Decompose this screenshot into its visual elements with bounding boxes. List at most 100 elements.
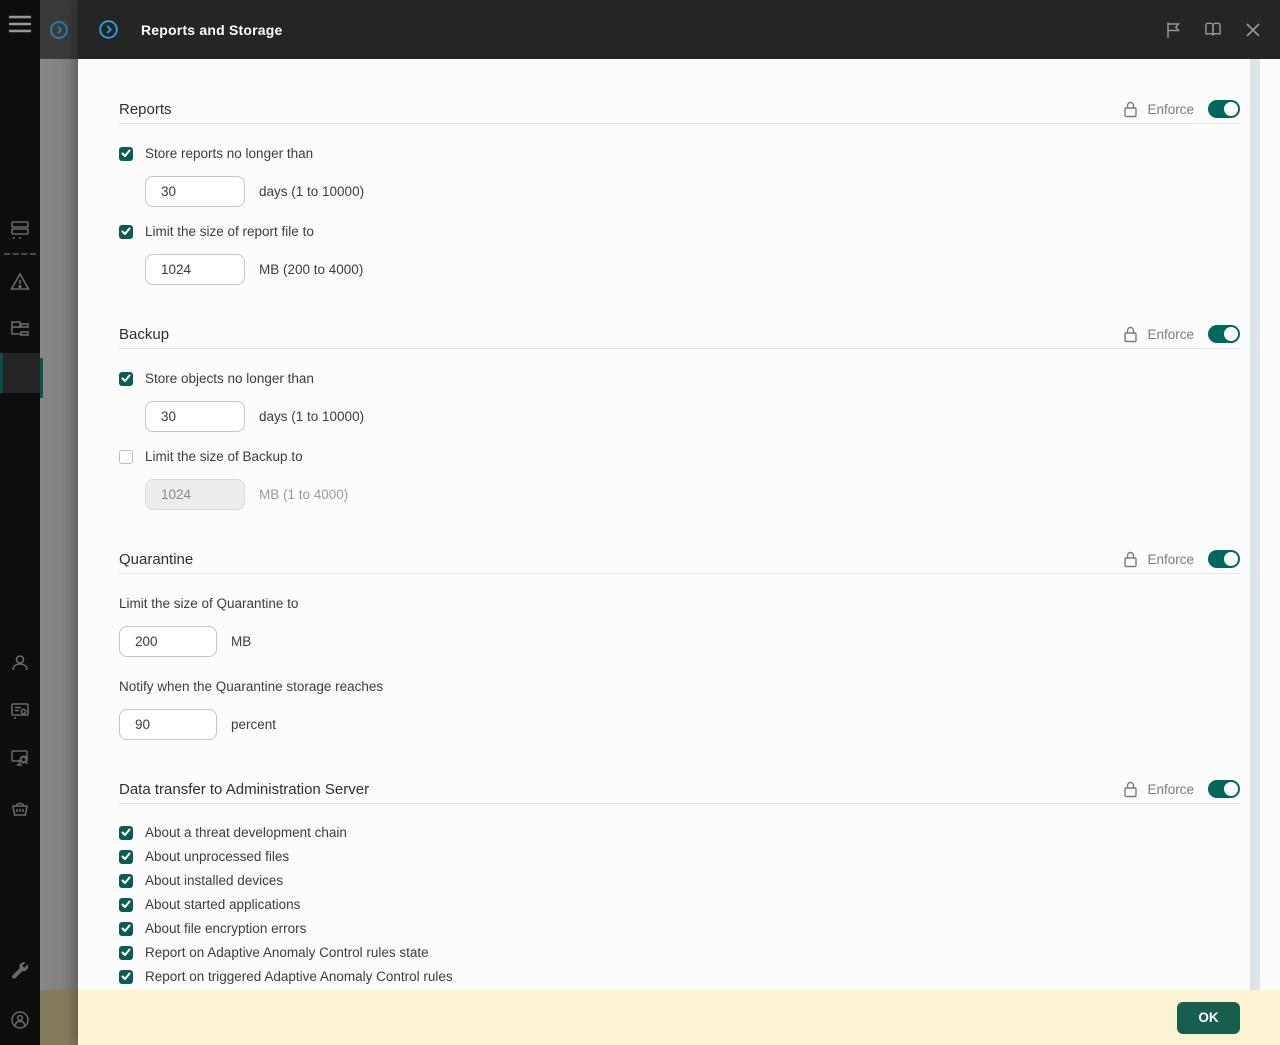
section-title: Quarantine	[119, 551, 193, 568]
checkbox-label: About started applications	[145, 897, 300, 912]
enforce-label: Enforce	[1147, 782, 1194, 797]
store-nav-icon[interactable]	[0, 791, 40, 825]
report-settings-nav-icon[interactable]	[0, 694, 40, 728]
hamburger-menu-icon[interactable]	[0, 7, 40, 41]
unit-label: percent	[231, 717, 276, 732]
enforce-toggle-data-transfer[interactable]	[1208, 780, 1240, 798]
checkbox-row[interactable]: About a threat development chain	[119, 825, 1240, 840]
unit-label: days (1 to 10000)	[259, 184, 364, 199]
storage-nav-icon[interactable]	[0, 214, 40, 248]
enforce-toggle-backup[interactable]	[1208, 325, 1240, 343]
panel-titlebar: Reports and Storage	[78, 0, 1280, 59]
enforce-control: Enforce	[1123, 550, 1240, 568]
enforce-label: Enforce	[1147, 102, 1194, 117]
users-nav-icon[interactable]	[0, 646, 40, 680]
help-book-icon[interactable]	[1204, 21, 1222, 39]
enforce-control: Enforce	[1123, 780, 1240, 798]
section-title: Backup	[119, 326, 169, 343]
enforce-label: Enforce	[1147, 552, 1194, 567]
dimmed-selected-indicator	[40, 358, 43, 398]
settings-panel: Reports and Storage Reports E	[78, 0, 1280, 1045]
input-row: days (1 to 10000)	[145, 401, 1240, 432]
checkbox-label: Store objects no longer than	[145, 371, 314, 386]
section-header-quarantine: Quarantine Enforce	[119, 550, 1240, 574]
checkbox-checked-icon[interactable]	[119, 147, 133, 161]
checkbox-checked-icon[interactable]	[119, 970, 133, 984]
checkbox-row[interactable]: Report on triggered Adaptive Anomaly Con…	[119, 969, 1240, 984]
lock-icon	[1123, 101, 1138, 118]
policies-nav-icon[interactable]	[0, 311, 40, 345]
backup-size-input-disabled	[145, 479, 245, 510]
enforce-control: Enforce	[1123, 100, 1240, 118]
enforce-toggle-quarantine[interactable]	[1208, 550, 1240, 568]
store-reports-days-input[interactable]	[145, 176, 245, 207]
checkbox-row[interactable]: About started applications	[119, 897, 1240, 912]
checkbox-row[interactable]: Store objects no longer than	[119, 371, 1240, 386]
checkbox-row[interactable]: About file encryption errors	[119, 921, 1240, 936]
unit-label: MB (200 to 4000)	[259, 262, 363, 277]
checkbox-checked-icon[interactable]	[119, 372, 133, 386]
section-header-data-transfer: Data transfer to Administration Server E…	[119, 780, 1240, 804]
left-nav-rail	[0, 0, 40, 1045]
checkbox-row[interactable]: About unprocessed files	[119, 849, 1240, 864]
checkbox-label: About a threat development chain	[145, 825, 347, 840]
input-row: MB (1 to 4000)	[145, 479, 1240, 510]
checkbox-checked-icon[interactable]	[119, 826, 133, 840]
data-transfer-list: About a threat development chain About u…	[119, 825, 1240, 984]
checkbox-row[interactable]: Store reports no longer than	[119, 146, 1240, 161]
enforce-control: Enforce	[1123, 325, 1240, 343]
checkbox-checked-icon[interactable]	[119, 225, 133, 239]
input-row: MB	[119, 626, 1240, 657]
checkbox-label: About installed devices	[145, 873, 283, 888]
enforce-label: Enforce	[1147, 327, 1194, 342]
flag-icon[interactable]	[1164, 21, 1182, 39]
rail-divider	[4, 253, 36, 255]
input-row: days (1 to 10000)	[145, 176, 1240, 207]
input-row: percent	[119, 709, 1240, 740]
unit-label: MB	[231, 634, 251, 649]
ok-button[interactable]: OK	[1177, 1002, 1240, 1034]
checkbox-label: Store reports no longer than	[145, 146, 313, 161]
lock-icon	[1123, 781, 1138, 798]
field-label: Limit the size of Quarantine to	[119, 596, 1240, 611]
checkbox-row[interactable]: About installed devices	[119, 873, 1240, 888]
checkbox-checked-icon[interactable]	[119, 850, 133, 864]
quarantine-notify-percent-input[interactable]	[119, 709, 217, 740]
section-title: Reports	[119, 101, 172, 118]
dimmed-page-body	[40, 59, 78, 990]
app-window: Reports and Storage Reports E	[0, 0, 1280, 1045]
page-title: Reports and Storage	[141, 22, 283, 38]
input-row: MB (200 to 4000)	[145, 254, 1240, 285]
checkbox-checked-icon[interactable]	[119, 898, 133, 912]
close-icon[interactable]	[1244, 21, 1262, 39]
checkbox-label: Limit the size of report file to	[145, 224, 314, 239]
checkbox-row[interactable]: Limit the size of report file to	[119, 224, 1240, 239]
unit-label: days (1 to 10000)	[259, 409, 364, 424]
settings-wrench-icon[interactable]	[0, 953, 40, 987]
checkbox-row[interactable]: Limit the size of Backup to	[119, 449, 1240, 464]
lock-icon	[1123, 551, 1138, 568]
checkbox-label: About file encryption errors	[145, 921, 306, 936]
background-scrim	[40, 0, 78, 1045]
checkbox-checked-icon[interactable]	[119, 946, 133, 960]
alerts-nav-icon[interactable]	[0, 264, 40, 298]
enforce-toggle-reports[interactable]	[1208, 100, 1240, 118]
unit-label: MB (1 to 4000)	[259, 487, 348, 502]
dimmed-page-header	[40, 0, 78, 59]
rail-item-selected[interactable]	[0, 353, 40, 393]
dimmed-page-footer	[40, 990, 78, 1045]
panel-footer: OK	[78, 990, 1280, 1045]
checkbox-checked-icon[interactable]	[119, 874, 133, 888]
checkbox-checked-icon[interactable]	[119, 922, 133, 936]
store-objects-days-input[interactable]	[145, 401, 245, 432]
brand-circle-chevron-icon	[98, 19, 119, 40]
settings-body: Reports Enforce Store reports no longer …	[78, 59, 1280, 990]
vertical-scrollbar[interactable]	[1250, 59, 1260, 990]
account-nav-icon[interactable]	[0, 1003, 40, 1037]
checkbox-row[interactable]: Report on Adaptive Anomaly Control rules…	[119, 945, 1240, 960]
report-file-size-input[interactable]	[145, 254, 245, 285]
brand-circle-chevron-icon	[49, 20, 69, 40]
checkbox-unchecked-icon[interactable]	[119, 450, 133, 464]
quarantine-size-input[interactable]	[119, 626, 217, 657]
device-search-nav-icon[interactable]	[0, 742, 40, 776]
